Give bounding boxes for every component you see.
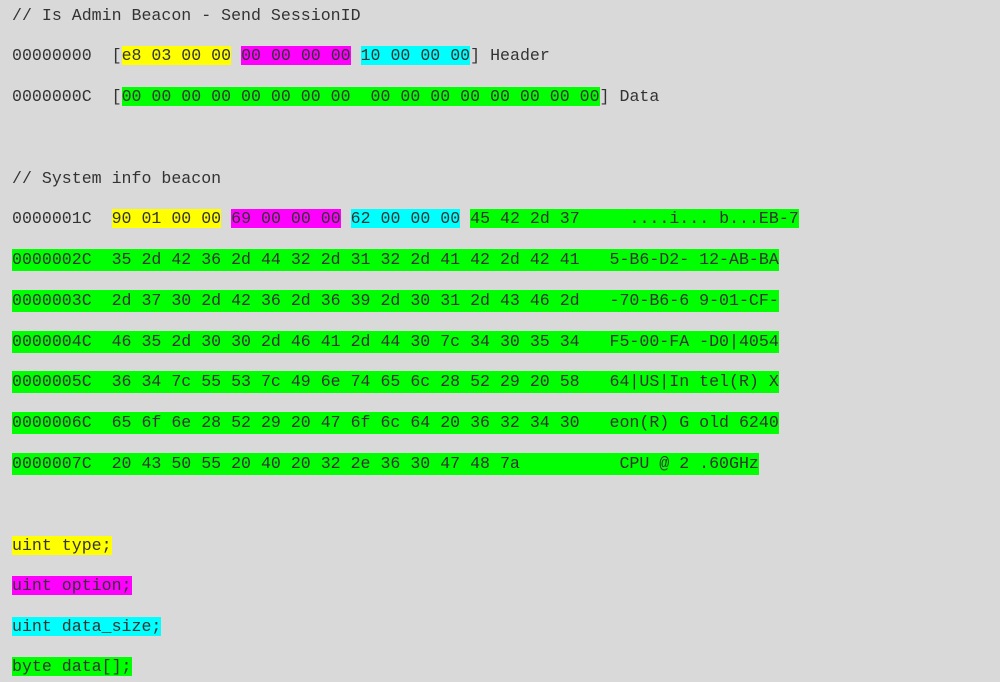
hex-row: 0000006C 65 6f 6e 28 52 29 20 47 6f 6c 6… [12, 412, 779, 434]
admin-data-open-bracket: [ [111, 87, 122, 106]
legend-type-label: uint type; [12, 536, 112, 555]
hex-row: 0000005C 36 34 7c 55 53 7c 49 6e 74 65 6… [12, 371, 779, 393]
admin-header-label: Header [490, 46, 550, 65]
hex-row-ascii: eon(R) G old 6240 [609, 413, 779, 432]
system-info-option-bytes: 69 00 00 00 [231, 209, 341, 228]
system-info-first-data-bytes: 45 42 2d 37 [470, 209, 580, 228]
hex-row-bytes: 35 2d 42 36 2d 44 32 2d 31 32 2d 41 42 2… [111, 250, 580, 269]
legend-data-size-label: uint data_size; [12, 617, 162, 636]
admin-header-option-bytes: 00 00 00 00 [241, 46, 351, 65]
hex-row-bytes: 2d 37 30 2d 42 36 2d 36 39 2d 30 31 2d 4… [111, 291, 580, 310]
hex-row-ascii: 5-B6-D2- 12-AB-BA [609, 250, 779, 269]
legend-option-label: uint option; [12, 576, 132, 595]
admin-header-open-bracket: [ [111, 46, 122, 65]
hex-row-offset: 0000003C [12, 291, 92, 310]
admin-data-offset: 0000000C [12, 87, 92, 106]
hex-row: 0000007C 20 43 50 55 20 40 20 32 2e 36 3… [12, 453, 759, 475]
admin-header-close-bracket: ] [470, 46, 481, 65]
admin-beacon-comment: // Is Admin Beacon - Send SessionID [12, 6, 361, 25]
admin-header-offset: 00000000 [12, 46, 92, 65]
hex-row-offset: 0000002C [12, 250, 92, 269]
hex-row: 0000004C 46 35 2d 30 30 2d 46 41 2d 44 3… [12, 331, 779, 353]
hex-row-bytes: 20 43 50 55 20 40 20 32 2e 36 30 47 48 7… [111, 454, 520, 473]
hex-row-offset: 0000005C [12, 372, 92, 391]
legend-data: byte data[]; [12, 656, 132, 678]
admin-data-row: 0000000C [00 00 00 00 00 00 00 00 00 00 … [12, 86, 659, 108]
admin-data-label: Data [619, 87, 660, 106]
hex-row-bytes: 46 35 2d 30 30 2d 46 41 2d 44 30 7c 34 3… [111, 332, 580, 351]
legend-option: uint option; [12, 575, 132, 597]
system-info-comment: // System info beacon [12, 169, 222, 188]
hex-row-ascii: CPU @ 2 .60GHz [609, 454, 759, 473]
admin-header-data-size-bytes: 10 00 00 00 [360, 46, 471, 65]
admin-header-type-bytes: e8 03 00 00 [121, 46, 232, 65]
hex-row-offset: 0000006C [12, 413, 92, 432]
hex-row-ascii: -70-B6-6 9-01-CF- [609, 291, 779, 310]
admin-header-row: 00000000 [e8 03 00 00 00 00 00 00 10 00 … [12, 45, 550, 67]
system-info-first-row: 0000001C 90 01 00 00 69 00 00 00 62 00 0… [12, 208, 799, 230]
hex-row-bytes: 36 34 7c 55 53 7c 49 6e 74 65 6c 28 52 2… [111, 372, 580, 391]
hex-row: 0000003C 2d 37 30 2d 42 36 2d 36 39 2d 3… [12, 290, 779, 312]
hex-row-offset: 0000007C [12, 454, 92, 473]
hex-row-bytes: 65 6f 6e 28 52 29 20 47 6f 6c 64 20 36 3… [111, 413, 580, 432]
hex-row-offset: 0000004C [12, 332, 92, 351]
system-info-type-bytes: 90 01 00 00 [111, 209, 222, 228]
admin-data-bytes: 00 00 00 00 00 00 00 00 00 00 00 00 00 0… [121, 87, 600, 106]
system-info-first-ascii: ....i... b...EB-7 [629, 209, 799, 228]
hex-row-ascii: 64|US|In tel(R) X [609, 372, 779, 391]
hex-row-ascii: F5-00-FA -D0|4054 [609, 332, 779, 351]
system-info-first-data-segment: 45 42 2d 37 ....i... b...EB-7 [470, 209, 799, 228]
admin-data-close-bracket: ] [599, 87, 610, 106]
system-info-data-size-bytes: 62 00 00 00 [350, 209, 461, 228]
hex-row: 0000002C 35 2d 42 36 2d 44 32 2d 31 32 2… [12, 249, 779, 271]
legend-type: uint type; [12, 535, 112, 557]
system-info-first-offset: 0000001C [12, 209, 92, 228]
legend-data-label: byte data[]; [12, 657, 132, 676]
legend-data-size: uint data_size; [12, 616, 162, 638]
